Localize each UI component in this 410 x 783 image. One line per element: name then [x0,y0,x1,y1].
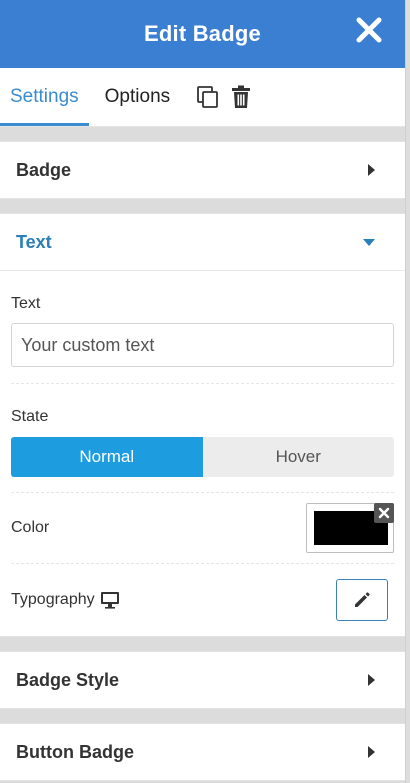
typography-edit-button[interactable] [336,579,388,621]
caret-right-icon [368,674,375,686]
section-text: Text Text State Normal Hover Color [0,213,405,637]
section-text-header[interactable]: Text [0,214,405,271]
typography-label-wrap: Typography [11,591,120,609]
section-badge-title: Badge [16,159,72,180]
state-control: State Normal Hover [0,384,405,492]
caret-down-icon [363,238,375,246]
duplicate-icon[interactable] [180,68,225,126]
section-badge-style-header[interactable]: Badge Style [0,652,405,708]
typography-control: Typography [0,564,405,636]
text-label: Text [11,295,41,312]
color-control: Color [0,493,405,563]
clear-color-icon[interactable] [374,503,394,523]
state-hover-button[interactable]: Hover [202,437,394,477]
section-badge-style-title: Badge Style [16,669,120,690]
panel-header: Edit Badge [0,0,405,68]
desktop-icon[interactable] [100,591,120,609]
color-label: Color [11,519,50,536]
typography-label: Typography [11,591,95,608]
tab-settings[interactable]: Settings [0,71,89,126]
tab-options[interactable]: Options [89,68,180,126]
section-badge-style: Badge Style [0,651,405,709]
state-toggle: Normal Hover [11,437,394,477]
section-badge: Badge [0,141,405,199]
section-text-title: Text [16,231,52,252]
section-button-badge: Button Badge [0,723,405,781]
caret-right-icon [368,164,375,176]
caret-right-icon [368,746,375,758]
section-badge-header[interactable]: Badge [0,142,405,198]
pencil-icon [352,590,372,610]
section-button-badge-title: Button Badge [16,741,134,762]
text-control: Text [0,271,405,383]
color-picker[interactable] [306,503,394,553]
panel-tabs: Settings Options [0,68,405,127]
close-icon[interactable] [355,16,383,44]
panel-title: Edit Badge [144,21,261,46]
edit-badge-panel: Edit Badge Settings Options Badge Text T… [0,0,406,783]
section-button-badge-header[interactable]: Button Badge [0,724,405,780]
trash-icon[interactable] [225,68,257,126]
state-normal-button[interactable]: Normal [11,437,203,477]
state-label: State [11,408,49,425]
text-input[interactable] [11,323,394,367]
